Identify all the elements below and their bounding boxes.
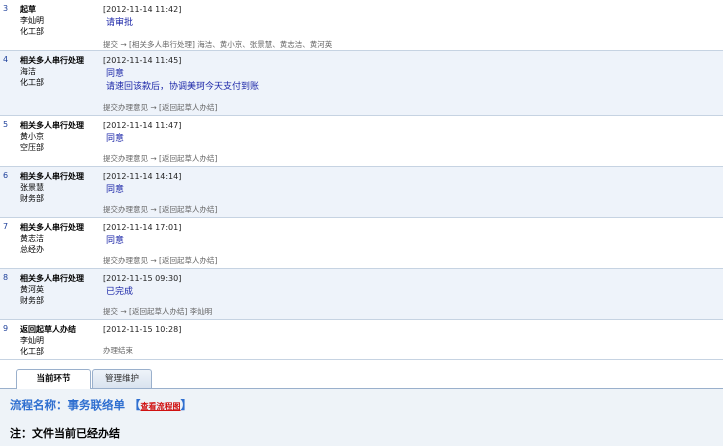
record-step: 相关多人串行处理 [20, 223, 84, 232]
record-time: [2012-11-15 10:28] [103, 325, 182, 334]
record-row: 6 相关多人串行处理 张景慧 财务部 [2012-11-14 14:14] 同意… [0, 167, 723, 218]
record-action: 办理结束 [103, 346, 133, 355]
record-who: 返回起草人办结 李灿明 化工部 [20, 324, 100, 357]
record-who: 相关多人串行处理 黄小京 空压部 [20, 120, 100, 153]
record-number: 9 [3, 324, 9, 333]
record-action: 提交办理意见 → [返回起草人办结] [103, 256, 218, 265]
bracket-close: 】 [180, 398, 193, 412]
record-dept: 化工部 [20, 78, 44, 87]
record-who: 相关多人串行处理 黄志洁 总经办 [20, 222, 100, 255]
record-row: 9 返回起草人办结 李灿明 化工部 [2012-11-15 10:28] 办理结… [0, 320, 723, 360]
record-detail: [2012-11-14 11:42] 请审批 [103, 4, 718, 30]
record-detail: [2012-11-14 17:01] 同意 [103, 222, 718, 248]
record-dept: 化工部 [20, 347, 44, 356]
approval-records: 3 起草 李灿明 化工部 [2012-11-14 11:42] 请审批 提交 →… [0, 0, 723, 360]
record-action: 提交办理意见 → [返回起草人办结] [103, 205, 218, 214]
record-person: 海洁 [20, 67, 36, 76]
record-dept: 总经办 [20, 245, 44, 254]
record-number: 6 [3, 171, 9, 180]
record-step: 相关多人串行处理 [20, 56, 84, 65]
record-action: 提交 → [相关多人串行处理] 海洁、黄小京、张景慧、黄志洁、黄河英 [103, 40, 333, 49]
flow-name: 流程名称：事务联络单 [10, 398, 125, 412]
record-time: [2012-11-14 11:45] [103, 56, 182, 65]
record-action: 提交 → [返回起草人办结] 李灿明 [103, 307, 213, 316]
record-detail: [2012-11-15 09:30] 已完成 [103, 273, 718, 299]
record-person: 张景慧 [20, 183, 44, 192]
record-time: [2012-11-15 09:30] [103, 274, 182, 283]
record-person: 李灿明 [20, 16, 44, 25]
record-detail: [2012-11-14 11:45] 同意 请速回该款后，协调美珂今天支付到账 [103, 55, 718, 94]
record-dept: 化工部 [20, 27, 44, 36]
record-who: 相关多人串行处理 张景慧 财务部 [20, 171, 100, 204]
record-time: [2012-11-14 17:01] [103, 223, 182, 232]
tab-manage[interactable]: 管理维护 [92, 369, 152, 388]
record-action: 提交办理意见 → [返回起草人办结] [103, 103, 218, 112]
record-row: 5 相关多人串行处理 黄小京 空压部 [2012-11-14 11:47] 同意… [0, 116, 723, 167]
tab-panel: 流程名称：事务联络单 【查看流程图】 注：文件当前已经办结 [0, 389, 723, 446]
record-opinion: 同意 [106, 69, 125, 79]
record-action: 提交办理意见 → [返回起草人办结] [103, 154, 218, 163]
record-step: 相关多人串行处理 [20, 274, 84, 283]
record-dept: 空压部 [20, 143, 44, 152]
view-flowchart-link[interactable]: 查看流程图 [141, 402, 181, 411]
record-opinion: 同意 [106, 185, 125, 195]
record-opinion: 同意 [106, 236, 125, 246]
record-person: 黄志洁 [20, 234, 44, 243]
status-note: 注：文件当前已经办结 [10, 427, 120, 440]
record-opinion: 已完成 [106, 287, 134, 297]
record-detail: [2012-11-14 11:47] 同意 [103, 120, 718, 146]
record-detail: [2012-11-14 14:14] 同意 [103, 171, 718, 197]
record-number: 7 [3, 222, 9, 231]
record-row: 3 起草 李灿明 化工部 [2012-11-14 11:42] 请审批 提交 →… [0, 0, 723, 51]
record-person: 黄小京 [20, 132, 44, 141]
record-person: 黄河英 [20, 285, 44, 294]
record-step: 相关多人串行处理 [20, 121, 84, 130]
record-time: [2012-11-14 11:42] [103, 5, 182, 14]
record-time: [2012-11-14 14:14] [103, 172, 182, 181]
record-dept: 财务部 [20, 194, 44, 203]
record-number: 5 [3, 120, 9, 129]
record-row: 8 相关多人串行处理 黄河英 财务部 [2012-11-15 09:30] 已完… [0, 269, 723, 320]
record-number: 4 [3, 55, 9, 64]
bracket-open: 【 [129, 398, 141, 412]
flow-title: 流程名称：事务联络单 【查看流程图】 [10, 397, 192, 413]
record-step: 返回起草人办结 [20, 325, 76, 334]
record-person: 李灿明 [20, 336, 44, 345]
record-opinion: 同意 [106, 134, 125, 144]
record-row: 7 相关多人串行处理 黄志洁 总经办 [2012-11-14 17:01] 同意… [0, 218, 723, 269]
record-number: 3 [3, 4, 9, 13]
tab-bar: 当前环节 管理维护 [0, 368, 723, 389]
record-who: 相关多人串行处理 海洁 化工部 [20, 55, 100, 88]
record-time: [2012-11-14 11:47] [103, 121, 182, 130]
record-who: 起草 李灿明 化工部 [20, 4, 100, 37]
record-step: 起草 [20, 5, 36, 14]
record-number: 8 [3, 273, 9, 282]
record-opinion: 请审批 [106, 18, 134, 28]
record-opinion: 请速回该款后，协调美珂今天支付到账 [106, 82, 260, 92]
record-step: 相关多人串行处理 [20, 172, 84, 181]
tab-current-step[interactable]: 当前环节 [16, 369, 91, 389]
record-dept: 财务部 [20, 296, 44, 305]
record-who: 相关多人串行处理 黄河英 财务部 [20, 273, 100, 306]
record-row: 4 相关多人串行处理 海洁 化工部 [2012-11-14 11:45] 同意 … [0, 51, 723, 116]
record-detail: [2012-11-15 10:28] [103, 324, 718, 335]
